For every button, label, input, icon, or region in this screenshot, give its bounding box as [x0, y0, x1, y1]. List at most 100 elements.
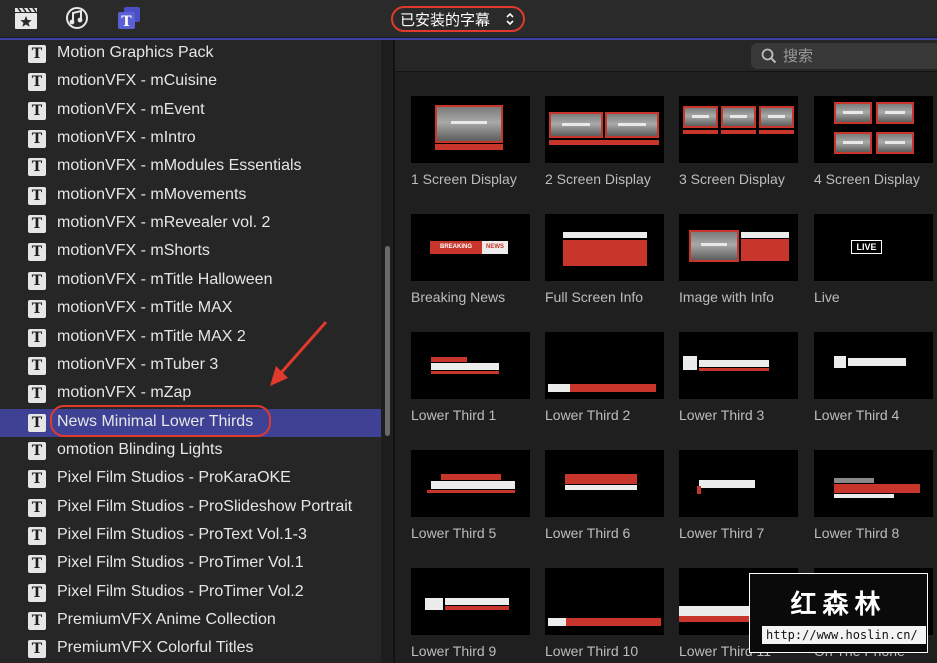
title-thumbnail[interactable]: BREAKING NEWS	[411, 214, 530, 281]
sidebar-item[interactable]: TmotionVFX - mRevealer vol. 2	[0, 210, 381, 238]
title-thumbnail[interactable]	[814, 332, 933, 399]
title-thumbnail[interactable]	[679, 214, 798, 281]
thumb-graphic	[425, 598, 443, 610]
thumb-graphic: BREAKING	[430, 241, 482, 254]
sidebar-item-label: motionVFX - mZap	[57, 384, 192, 402]
thumb-graphic	[431, 357, 467, 362]
sidebar-item-label: motionVFX - mShorts	[57, 242, 210, 260]
sidebar-item[interactable]: TmotionVFX - mEvent	[0, 97, 381, 125]
title-thumbnail[interactable]	[545, 96, 664, 163]
title-category-icon: T	[28, 441, 46, 460]
sidebar-item[interactable]: T PremiumVFX Colorful Titles	[0, 635, 381, 663]
title-tile-label: Lower Third 7	[679, 525, 765, 541]
sidebar-item-label: motionVFX - mMovements	[57, 185, 247, 203]
sidebar-item[interactable]: T Pixel Film Studios - ProSlideshow Portr…	[0, 494, 381, 522]
sidebar-item[interactable]: T Pixel Film Studios - ProText Vol.1-3	[0, 522, 381, 550]
thumb-graphic	[563, 232, 647, 238]
sidebar-item[interactable]: T Motion Graphics Pack	[0, 40, 381, 68]
title-tile-label: Lower Third 1	[411, 407, 497, 423]
title-thumbnail[interactable]	[679, 96, 798, 163]
sidebar-item-label: motionVFX - mRevealer vol. 2	[57, 214, 271, 232]
clapper-star-icon[interactable]	[13, 6, 39, 30]
title-category-icon: T	[28, 45, 46, 63]
title-thumbnail[interactable]	[814, 96, 933, 163]
thumb-graphic	[431, 481, 515, 489]
sidebar-item[interactable]: T Pixel Film Studios - ProTimer Vol.2	[0, 579, 381, 607]
thumb-graphic	[741, 239, 789, 261]
title-thumbnail[interactable]	[545, 214, 664, 281]
thumb-graphic	[427, 490, 515, 493]
thumb-graphic	[566, 618, 661, 626]
search-input[interactable]	[783, 47, 933, 65]
sidebar-item[interactable]: T Pixel Film Studios - ProTimer Vol.1	[0, 550, 381, 578]
sidebar-item[interactable]: TmotionVFX - mCuisine	[0, 68, 381, 96]
thumb-graphic	[683, 130, 718, 134]
sidebar-item[interactable]: T News Minimal Lower Thirds	[0, 408, 381, 437]
watermark-title: 红森林	[790, 590, 887, 620]
title-thumbnail[interactable]	[411, 332, 530, 399]
title-tile-label: Lower Third 2	[545, 407, 631, 423]
thumb-graphic	[431, 371, 499, 374]
title-category-icon: T	[28, 526, 46, 545]
sidebar-item[interactable]: TmotionVFX - mMovements	[0, 182, 381, 210]
title-tile-label: Image with Info	[679, 289, 774, 305]
thumb-graphic: NEWS	[482, 241, 508, 254]
title-thumbnail[interactable]	[679, 332, 798, 399]
sidebar-item[interactable]: TmotionVFX - mTitle Halloween	[0, 267, 381, 295]
title-category-icon: T	[28, 130, 46, 149]
thumb-graphic	[549, 112, 603, 138]
title-category-icon: T	[28, 300, 46, 319]
title-thumbnail[interactable]	[679, 450, 798, 517]
title-thumbnail[interactable]	[411, 568, 530, 635]
title-thumbnail[interactable]	[545, 332, 664, 399]
thumb-graphic	[435, 144, 503, 150]
sidebar-item-label: PremiumVFX Anime Collection	[57, 611, 276, 628]
thumb-graphic	[605, 112, 659, 138]
title-tile-label: Lower Third 9	[411, 643, 497, 659]
title-thumbnail[interactable]	[814, 450, 933, 517]
search-box[interactable]	[751, 43, 937, 69]
thumb-graphic	[721, 106, 756, 128]
thumb-graphic	[834, 102, 872, 124]
title-tile-label: 3 Screen Display	[679, 171, 785, 187]
title-tile-label: Lower Third 5	[411, 525, 497, 541]
sidebar-item[interactable]: TmotionVFX - mIntro	[0, 125, 381, 153]
sidebar-item-label: Pixel Film Studios - ProTimer Vol.1	[57, 554, 304, 572]
title-tile-label: Lower Third 3	[679, 407, 765, 423]
sidebar-item[interactable]: T PremiumVFX Anime Collection	[0, 607, 381, 635]
title-thumbnail[interactable]	[411, 96, 530, 163]
music-photos-icon[interactable]	[64, 6, 90, 30]
title-category-icon: T	[28, 385, 46, 404]
thumb-graphic	[848, 358, 906, 366]
sidebar-scrollbar[interactable]	[385, 246, 390, 436]
sidebar-item[interactable]: TmotionVFX - mShorts	[0, 238, 381, 266]
thumb-graphic	[683, 106, 718, 128]
installed-titles-picker[interactable]: 已安装的字幕	[391, 6, 525, 32]
thumb-graphic	[834, 132, 872, 154]
thumb-graphic	[759, 130, 794, 134]
thumb-graphic	[565, 474, 637, 484]
titles-icon[interactable]: T	[116, 6, 142, 30]
title-category-icon: T	[28, 498, 46, 517]
title-thumbnail[interactable]	[411, 450, 530, 517]
sidebar-item[interactable]: Tomotion Blinding Lights	[0, 437, 381, 465]
picker-label: 已安装的字幕	[400, 10, 491, 29]
sidebar-item-label: News Minimal Lower Thirds	[57, 412, 254, 430]
title-thumbnail[interactable]: LIVE	[814, 214, 933, 281]
sidebar-item-label: motionVFX - mTitle MAX 2	[57, 327, 246, 345]
title-thumbnail[interactable]	[545, 450, 664, 517]
thumb-graphic	[431, 363, 499, 370]
sidebar-item-label: Motion Graphics Pack	[57, 44, 214, 61]
thumb-graphic	[721, 130, 756, 134]
title-tile-label: Breaking News	[411, 289, 506, 305]
thumb-graphic	[834, 356, 846, 368]
sidebar-item-label: motionVFX - mCuisine	[57, 72, 218, 90]
annotation-arrow-icon	[270, 321, 328, 386]
thumb-graphic	[548, 618, 566, 626]
sidebar-item[interactable]: TmotionVFX - mModules Essentials	[0, 153, 381, 181]
title-thumbnail[interactable]	[545, 568, 664, 635]
sidebar-item-label: omotion Blinding Lights	[57, 440, 223, 458]
thumb-graphic	[876, 132, 914, 154]
thumb-graphic	[759, 106, 794, 128]
sidebar-item[interactable]: T Pixel Film Studios - ProKaraOKE	[0, 465, 381, 493]
